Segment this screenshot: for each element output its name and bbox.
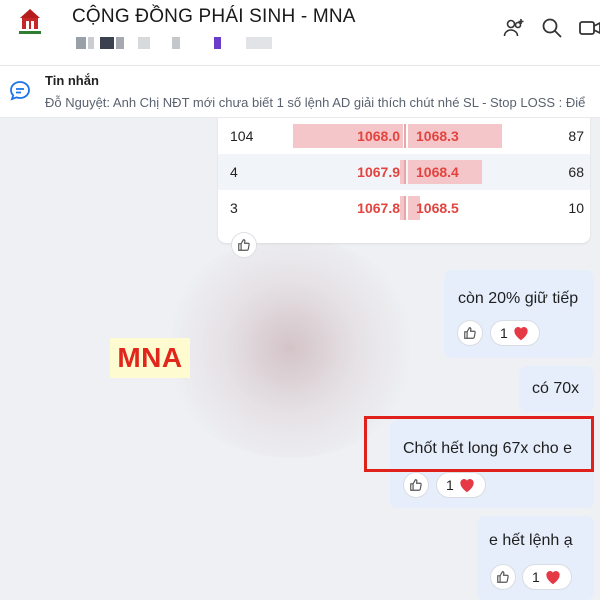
group-logo-icon[interactable]	[10, 4, 50, 44]
add-member-icon[interactable]	[502, 16, 526, 40]
message-text: còn 20% giữ tiếp	[458, 290, 579, 307]
pinned-preview-text: Đỗ Nguyệt: Anh Chị NĐT mới chưa biết 1 s…	[45, 95, 586, 110]
chat-header: CỘNG ĐỒNG PHÁI SINH - MNA	[0, 0, 600, 66]
reaction-count: 1	[446, 477, 454, 493]
order-book-row: 3 1067.8 1068.5 10	[218, 190, 590, 226]
reaction-badge[interactable]: 1	[522, 564, 572, 590]
bid-volume: 104	[230, 128, 254, 144]
like-button[interactable]	[403, 472, 429, 498]
bid-price: 1067.9	[357, 164, 400, 180]
reaction-badge[interactable]: 1	[436, 472, 486, 498]
heart-icon	[544, 569, 562, 590]
message-text: có 70x	[532, 380, 580, 397]
highlight-box	[364, 416, 594, 472]
like-button[interactable]	[231, 232, 257, 258]
heart-icon	[512, 325, 530, 346]
ask-price: 1068.5	[416, 200, 459, 216]
order-book-row: 4 1067.9 1068.4 68	[218, 154, 590, 190]
message-bubble[interactable]: có 70x	[519, 366, 594, 412]
like-button[interactable]	[490, 564, 516, 590]
heart-icon	[458, 477, 476, 498]
order-book-row: 104 1068.0 1068.3 87	[218, 118, 590, 154]
video-call-icon[interactable]	[578, 16, 600, 40]
ask-price: 1068.3	[416, 128, 459, 144]
message-text: e hết lệnh ạ	[489, 532, 573, 549]
bid-volume: 4	[230, 164, 238, 180]
bid-price: 1067.8	[357, 200, 400, 216]
ask-volume: 68	[568, 164, 584, 180]
like-button[interactable]	[457, 320, 483, 346]
reaction-badge[interactable]: 1	[490, 320, 540, 346]
spread-divider	[404, 124, 406, 148]
member-avatars[interactable]	[76, 37, 296, 49]
search-icon[interactable]	[540, 16, 564, 40]
bid-volume: 3	[230, 200, 238, 216]
chat-bubble-icon	[8, 79, 32, 103]
pinned-title: Tin nhắn	[45, 73, 99, 88]
reaction-count: 1	[532, 569, 540, 585]
ask-volume: 10	[568, 200, 584, 216]
group-title: CỘNG ĐỒNG PHÁI SINH - MNA	[72, 6, 356, 27]
bid-price: 1068.0	[357, 128, 400, 144]
chat-area[interactable]: 104 1068.0 1068.3 87 4 1067.9 1068.4 68 …	[0, 118, 600, 600]
pinned-message-bar[interactable]: Tin nhắn Đỗ Nguyệt: Anh Chị NĐT mới chưa…	[0, 66, 600, 118]
ask-price: 1068.4	[416, 164, 459, 180]
ask-volume: 87	[568, 128, 584, 144]
watermark-logo: MNA	[110, 338, 190, 378]
spread-divider	[404, 196, 406, 220]
spread-divider	[404, 160, 406, 184]
reaction-count: 1	[500, 325, 508, 341]
order-book-image[interactable]: 104 1068.0 1068.3 87 4 1067.9 1068.4 68 …	[218, 118, 590, 243]
